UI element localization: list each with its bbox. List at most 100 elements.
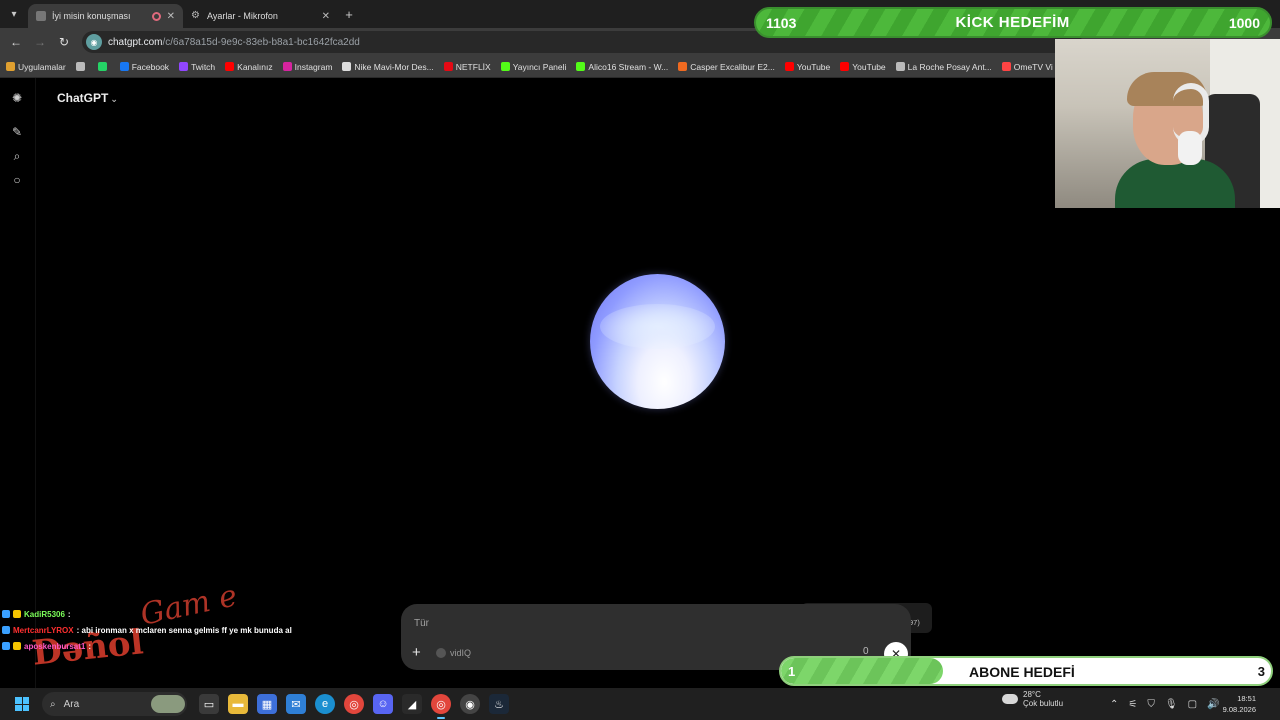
- chevron-up-icon[interactable]: ⌃: [1110, 699, 1118, 710]
- bookmark-label: YouTube: [796, 61, 831, 72]
- bookmark-item[interactable]: Alico16 Stream - W...: [576, 62, 668, 72]
- edge-icon[interactable]: e: [315, 694, 335, 714]
- bookmark-label: Twitch: [191, 61, 216, 72]
- bookmark-icon: [75, 62, 85, 71]
- network-icon[interactable]: ⚟: [1128, 699, 1137, 710]
- chrome-icon[interactable]: ◎: [344, 694, 364, 714]
- taskbar-search-input[interactable]: ⌕ Ara: [42, 692, 187, 716]
- model-selector[interactable]: ChatGPT ⌄: [57, 91, 118, 105]
- search-icon[interactable]: ⌕: [9, 148, 25, 164]
- bookmark-item[interactable]: Yayıncı Paneli: [500, 62, 566, 72]
- new-tab-button[interactable]: +: [338, 7, 360, 22]
- composer-placeholder[interactable]: Tür: [414, 618, 429, 629]
- vidiq-button[interactable]: vidIQ: [436, 648, 471, 658]
- bookmark-item[interactable]: NETFLİX: [443, 61, 491, 72]
- model-name-label: ChatGPT: [57, 91, 109, 105]
- volume-icon[interactable]: 🔊: [1207, 699, 1219, 710]
- taskbar-clock[interactable]: 18:51 9.08.2026: [1223, 693, 1256, 715]
- chrome-active-icon[interactable]: ◎: [431, 694, 451, 719]
- reload-button[interactable]: ↻: [54, 35, 74, 49]
- chatgpt-sidebar-rail: ✺ ✎ ⌕ ○: [0, 78, 36, 688]
- bookmark-label: Facebook: [131, 61, 170, 72]
- add-attachment-button[interactable]: +: [412, 644, 421, 661]
- obs-icon[interactable]: ◢: [402, 694, 422, 714]
- bookmark-item[interactable]: YouTube: [784, 61, 831, 72]
- microphone-icon[interactable]: 🎙: [1165, 699, 1178, 710]
- chat-bubble-icon[interactable]: ○: [9, 172, 25, 188]
- recording-app-icon[interactable]: ◉: [460, 694, 480, 714]
- site-info-icon[interactable]: ◉: [86, 34, 102, 50]
- bookmark-item[interactable]: Facebook: [119, 61, 170, 72]
- bookmark-icon: [1001, 62, 1011, 71]
- bookmark-label: La Roche Posay Ant...: [907, 61, 992, 72]
- forward-button[interactable]: →: [30, 35, 50, 49]
- bookmark-item[interactable]: Twitch: [179, 62, 215, 72]
- badge-icon: [2, 642, 10, 650]
- openai-logo-icon[interactable]: ✺: [9, 90, 25, 106]
- bookmark-item[interactable]: Kanalınız: [225, 62, 273, 72]
- bookmark-label: Casper Excalibur E2...: [690, 61, 775, 72]
- tab-title: İyi misin konuşması: [52, 11, 131, 21]
- bookmark-label: Instagram: [294, 61, 333, 72]
- bookmark-item[interactable]: [97, 62, 110, 71]
- back-button[interactable]: ←: [6, 35, 26, 49]
- close-tab-icon[interactable]: ✕: [322, 11, 330, 22]
- bookmark-item[interactable]: La Roche Posay Ant...: [895, 61, 992, 72]
- badge-icon: [13, 642, 21, 650]
- voice-mode-orb: [590, 274, 725, 409]
- subscriber-goal-progress: [781, 658, 943, 684]
- chatgpt-favicon-icon: [36, 11, 46, 21]
- bookmark-item[interactable]: OmeTV Vi: [1001, 61, 1053, 72]
- chevron-down-icon: ⌄: [110, 94, 118, 104]
- chat-username: MertcanrLYROX: [13, 625, 74, 635]
- bookmark-label: NETFLİX: [455, 61, 491, 72]
- chat-text: : abi ironman x mclaren senna gelmis ff …: [76, 625, 292, 635]
- weather-widget[interactable]: 28°C Çok bulutlu: [1002, 690, 1063, 708]
- tab-chatgpt[interactable]: İyi misin konuşması ✕: [28, 4, 183, 28]
- clock-date: 9.08.2026: [1222, 705, 1256, 714]
- kick-goal-target: 1000: [1228, 14, 1260, 31]
- kick-goal-label: KİCK HEDEFİM: [955, 14, 1070, 31]
- task-view-icon[interactable]: ▭: [199, 694, 219, 714]
- steam-icon[interactable]: ♨: [489, 694, 509, 714]
- url-host: chatgpt.com: [108, 36, 163, 48]
- windows-taskbar: ⌕ Ara ▭ ▬ ▦ ✉ e ◎ ☺ ◢ ◎ ◉ ♨ 28°C Çok bul…: [0, 688, 1280, 720]
- discord-icon[interactable]: ☺: [373, 694, 393, 714]
- bookmark-item[interactable]: YouTube: [840, 61, 886, 72]
- tab-search-chevron-icon[interactable]: ▾: [0, 0, 28, 28]
- display-icon[interactable]: ▢: [1188, 699, 1197, 710]
- start-button[interactable]: [6, 688, 38, 720]
- vidiq-label: vidIQ: [450, 648, 472, 658]
- badge-icon: [2, 626, 10, 634]
- bookmark-item[interactable]: Nike Mavi-Mor Des...: [342, 62, 434, 72]
- bookmark-item[interactable]: [75, 62, 88, 71]
- shield-icon[interactable]: ⛉: [1147, 699, 1155, 710]
- chat-username: aposkenbursat1: [24, 641, 86, 651]
- taskbar-search-label: Ara: [63, 698, 80, 710]
- badge-icon: [2, 610, 10, 618]
- bookmark-label: YouTube: [852, 61, 886, 72]
- webcam-overlay: [1055, 39, 1280, 208]
- weather-description: Çok bulutlu: [1023, 699, 1064, 708]
- mail-icon[interactable]: ✉: [286, 694, 306, 714]
- clock-time: 18:51: [1237, 694, 1256, 703]
- kick-goal-bar: 1103 KİCK HEDEFİM 1000: [754, 7, 1272, 38]
- bookmark-item[interactable]: Casper Excalibur E2...: [678, 62, 775, 72]
- bookmark-icon: [500, 62, 510, 71]
- new-chat-icon[interactable]: ✎: [9, 124, 25, 140]
- bookmark-item[interactable]: Uygulamalar: [6, 62, 66, 72]
- bookmark-item[interactable]: Instagram: [282, 61, 333, 72]
- file-explorer-icon[interactable]: ▬: [228, 694, 248, 714]
- bookmark-label: OmeTV Vi: [1013, 61, 1053, 72]
- recording-indicator-icon: [151, 11, 161, 21]
- tab-settings-microphone[interactable]: ⚙ Ayarlar - Mikrofon ✕: [183, 4, 338, 28]
- microsoft-store-icon[interactable]: ▦: [257, 694, 277, 714]
- chat-username: KadiR5306: [24, 609, 65, 619]
- bookmark-icon: [119, 62, 129, 71]
- close-tab-icon[interactable]: ✕: [167, 11, 175, 22]
- bookmark-icon: [97, 62, 107, 71]
- windows-logo-icon: [15, 697, 29, 711]
- bookmark-icon: [784, 62, 794, 71]
- bookmark-icon: [179, 62, 189, 71]
- bookmark-icon: [678, 62, 688, 71]
